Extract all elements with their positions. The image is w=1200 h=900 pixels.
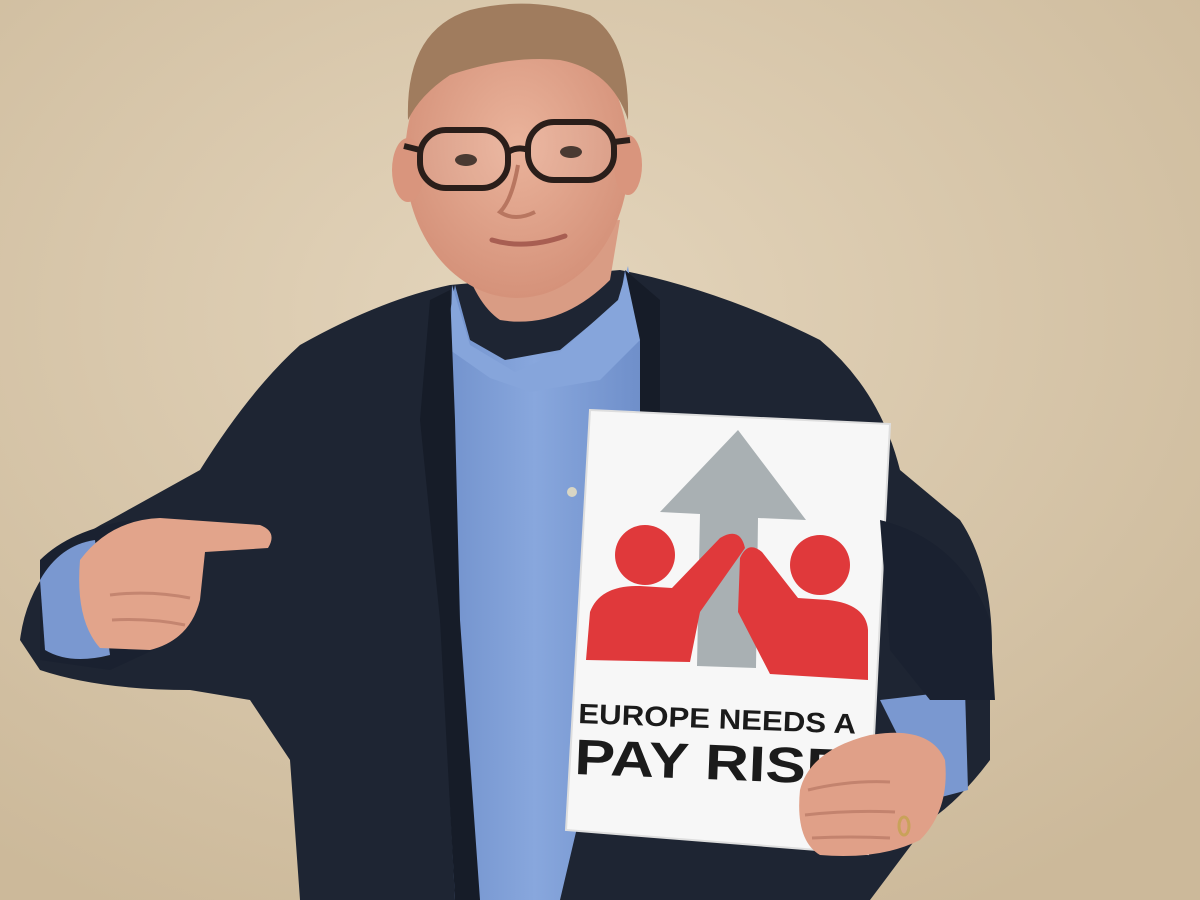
right-eye [560, 146, 582, 158]
left-eye [455, 154, 477, 166]
photo-scene: EUROPE NEEDS A PAY RISE [0, 0, 1200, 900]
shirt-button [567, 487, 577, 497]
